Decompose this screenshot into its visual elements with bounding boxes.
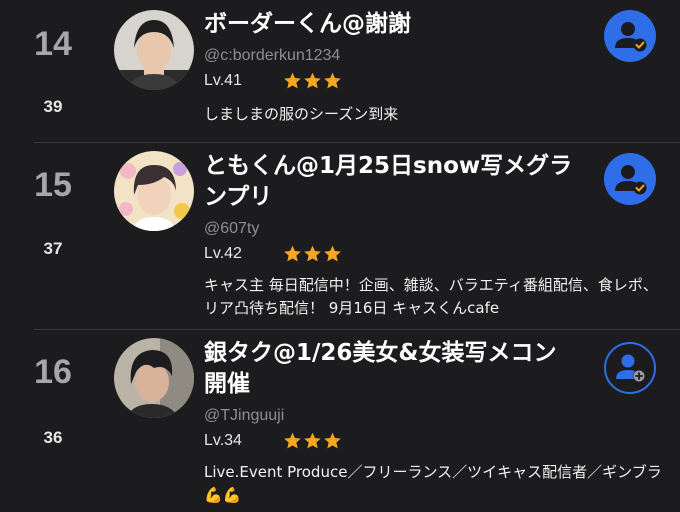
ranking-row[interactable]: 14 39 ボーダーくん@謝謝 @c:borderkun1234 Lv.41 し… — [0, 0, 680, 142]
score-count: 36 — [43, 428, 63, 447]
user-handle: @c:borderkun1234 — [204, 47, 341, 64]
score-count: 37 — [43, 239, 63, 258]
user-add-icon — [616, 354, 645, 382]
follow-button[interactable] — [604, 342, 656, 394]
avatar-image — [114, 151, 194, 231]
avatar[interactable] — [114, 338, 194, 418]
star-icon — [324, 72, 341, 89]
ranking-row[interactable]: 16 36 銀タク@1/26美女&女装写メコン開催 @TJinguuji Lv.… — [0, 330, 680, 512]
user-handle: @607ty — [204, 220, 260, 237]
rank-number: 14 — [34, 25, 72, 63]
avatar-image — [114, 338, 194, 418]
avatar[interactable] — [114, 151, 194, 231]
user-name[interactable]: ともくん@1月25日snow写メグランプリ — [204, 151, 579, 213]
star-rating — [283, 244, 342, 263]
user-level: Lv.41 — [204, 72, 242, 89]
star-icon — [304, 245, 321, 262]
star-rating — [283, 71, 342, 90]
star-icon — [324, 245, 341, 262]
user-name[interactable]: ボーダーくん@謝謝 — [204, 9, 579, 40]
star-rating — [283, 431, 342, 450]
star-icon — [304, 432, 321, 449]
user-check-icon — [615, 165, 647, 195]
rank-number: 15 — [34, 166, 72, 204]
user-bio: キャス主 毎日配信中！企画、雑談、バラエティ番組配信、食レポ、リア凸待ち配信！ … — [204, 276, 658, 317]
user-name[interactable]: 銀タク@1/26美女&女装写メコン開催 — [204, 338, 579, 400]
user-bio: Live.Event Produce／フリーランス／ツイキャス配信者／ギンブラ💪… — [204, 463, 662, 504]
user-handle: @TJinguuji — [204, 407, 285, 424]
star-icon — [304, 72, 321, 89]
user-level: Lv.42 — [204, 245, 242, 262]
following-button[interactable] — [604, 153, 656, 205]
ranking-list: 14 39 ボーダーくん@謝謝 @c:borderkun1234 Lv.41 し… — [0, 0, 680, 512]
star-icon — [284, 245, 301, 262]
score-count: 39 — [43, 97, 63, 116]
user-bio: しましまの服のシーズン到来 — [204, 105, 399, 123]
ranking-row[interactable]: 15 37 ともくん@1月25日snow写メグランプリ @607ty Lv.42… — [0, 143, 680, 329]
star-icon — [284, 432, 301, 449]
following-button[interactable] — [604, 10, 656, 62]
avatar[interactable] — [114, 10, 194, 90]
user-level: Lv.34 — [204, 432, 242, 449]
rank-number: 16 — [34, 353, 72, 391]
star-icon — [284, 72, 301, 89]
user-check-icon — [615, 22, 647, 52]
star-icon — [324, 432, 341, 449]
avatar-image — [114, 10, 194, 90]
